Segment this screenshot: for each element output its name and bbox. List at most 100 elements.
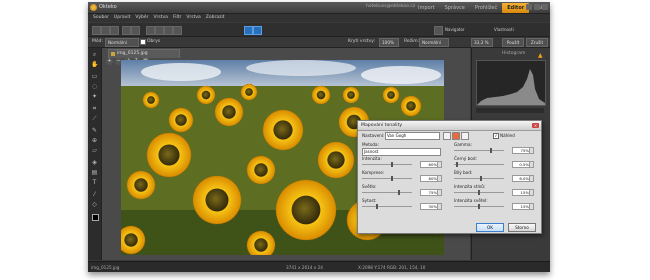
spin-arrows-icon[interactable] xyxy=(529,204,533,209)
layout-single-icon[interactable] xyxy=(244,26,253,35)
reset-preset-icon[interactable] xyxy=(461,132,469,140)
method-select[interactable]: Jasnost xyxy=(362,148,441,156)
spin-arrows-icon[interactable] xyxy=(529,162,533,167)
zoom-tool-icon[interactable]: ⌕ xyxy=(91,51,98,58)
right-param-slider[interactable] xyxy=(454,148,504,153)
zoom-input[interactable]: 33,3 % xyxy=(471,38,493,47)
warning-icon[interactable]: ▲ xyxy=(538,52,543,59)
left-param-slider-thumb[interactable] xyxy=(390,162,393,167)
rotate-left-icon[interactable] xyxy=(146,26,155,35)
selection-tool-icon[interactable]: ▭ xyxy=(91,73,98,80)
eyedropper-tool-icon[interactable]: ⁄ xyxy=(91,191,98,198)
blend-select[interactable]: Normální xyxy=(419,38,449,47)
preset-select[interactable]: Van Gogh xyxy=(385,132,440,140)
straighten-tool-icon[interactable]: ⟋ xyxy=(91,115,98,122)
menu-view[interactable]: Zobrazit xyxy=(206,14,225,22)
opacity-input[interactable]: 100% xyxy=(379,38,399,47)
new-file-icon[interactable] xyxy=(92,26,101,35)
left-param-value-input[interactable]: 75% xyxy=(420,189,442,196)
layers-icon[interactable] xyxy=(434,26,443,35)
right-param-value-input[interactable]: 15% xyxy=(512,203,534,210)
save-preset-icon[interactable] xyxy=(443,132,451,140)
minimize-icon[interactable] xyxy=(526,4,532,10)
left-param-slider[interactable] xyxy=(362,190,412,195)
left-param-value-input[interactable]: 30% xyxy=(420,203,442,210)
left-param-value-input[interactable]: 60% xyxy=(420,175,442,182)
left-param-slider[interactable] xyxy=(362,162,412,167)
right-param-slider[interactable] xyxy=(454,204,504,209)
layout-split-icon[interactable] xyxy=(253,26,262,35)
right-param-slider[interactable] xyxy=(454,176,504,181)
undo-icon[interactable] xyxy=(122,26,131,35)
foreground-color-icon[interactable] xyxy=(91,213,99,221)
cancel-button[interactable]: Zrušit xyxy=(526,38,548,47)
dialog-title-bar[interactable]: Mapování tonality × xyxy=(358,121,541,131)
clone-tool-icon[interactable]: ⊕ xyxy=(91,137,98,144)
account-label[interactable]: hotebuss@oktekoo.cz xyxy=(366,4,415,9)
shape-tool-icon[interactable]: ◇ xyxy=(91,201,98,208)
left-param-value-input[interactable]: 60% xyxy=(420,161,442,168)
spin-arrows-icon[interactable] xyxy=(529,176,533,181)
ok-button[interactable]: OK xyxy=(476,223,504,232)
mode-select[interactable]: Normální xyxy=(105,38,139,47)
preview-checkbox[interactable]: ✓ xyxy=(493,133,499,139)
menu-layer[interactable]: Vrstva xyxy=(153,14,167,22)
crop-icon[interactable] xyxy=(164,26,173,35)
menu-file[interactable]: Soubor xyxy=(93,14,109,22)
spin-arrows-icon[interactable] xyxy=(529,190,533,195)
menu-edit[interactable]: Upravit xyxy=(114,14,130,22)
brush-tool-icon[interactable]: ✎ xyxy=(91,127,98,134)
right-param-value-input[interactable]: 15% xyxy=(512,189,534,196)
rotate-right-icon[interactable] xyxy=(155,26,164,35)
left-param-slider-thumb[interactable] xyxy=(376,204,379,209)
menu-layer-2[interactable]: Vrstva xyxy=(186,14,200,22)
right-param-value-input[interactable]: 0.5% xyxy=(512,161,534,168)
spin-arrows-icon[interactable] xyxy=(529,148,533,153)
open-folder-icon[interactable] xyxy=(101,26,110,35)
spin-arrows-icon[interactable] xyxy=(437,204,441,209)
menu-select[interactable]: Výběr xyxy=(135,14,148,22)
redo-icon[interactable] xyxy=(131,26,140,35)
left-param-slider[interactable] xyxy=(362,204,412,209)
text-tool-icon[interactable]: T xyxy=(91,179,98,186)
right-param-slider-thumb[interactable] xyxy=(478,204,480,209)
magic-wand-icon[interactable]: ✦ xyxy=(91,93,98,100)
tab-viewer[interactable]: Prohlížeč xyxy=(470,3,502,13)
maximize-icon[interactable] xyxy=(534,4,540,10)
delete-preset-icon[interactable] xyxy=(452,132,460,140)
cover-checkbox[interactable] xyxy=(140,39,146,45)
cancel-dialog-button[interactable]: Storno xyxy=(508,223,536,232)
save-icon[interactable] xyxy=(110,26,119,35)
apply-button[interactable]: Použít xyxy=(502,38,524,47)
right-param-slider[interactable] xyxy=(454,162,504,167)
dialog-close-icon[interactable]: × xyxy=(532,123,539,128)
eraser-tool-icon[interactable]: ▱ xyxy=(91,147,98,154)
right-param-value-input[interactable]: 75% xyxy=(512,147,534,154)
right-param-slider-thumb[interactable] xyxy=(480,176,483,181)
right-param-value-input[interactable]: 6.0% xyxy=(512,175,534,182)
left-param-slider-thumb[interactable] xyxy=(390,176,393,181)
document-tab[interactable]: img_0125.jpg xyxy=(108,49,180,58)
right-param-slider-thumb[interactable] xyxy=(478,190,480,195)
lasso-tool-icon[interactable]: ◌ xyxy=(91,83,98,90)
left-param-slider[interactable] xyxy=(362,176,412,181)
fill-tool-icon[interactable]: ◈ xyxy=(91,159,98,166)
spin-arrows-icon[interactable] xyxy=(437,176,441,181)
resize-icon[interactable] xyxy=(173,26,182,35)
spin-arrows-icon[interactable] xyxy=(437,190,441,195)
right-param-slider[interactable] xyxy=(454,190,504,195)
right-param-slider-thumb[interactable] xyxy=(490,148,492,153)
close-icon[interactable] xyxy=(542,4,548,10)
left-param-slider-thumb[interactable] xyxy=(398,190,400,195)
tab-import[interactable]: Import xyxy=(413,3,440,13)
properties-toggle[interactable]: Vlastnosti xyxy=(494,26,514,33)
hand-tool-icon[interactable]: ✋ xyxy=(91,61,98,68)
gradient-tool-icon[interactable]: ▤ xyxy=(91,169,98,176)
menu-filter[interactable]: Filtr xyxy=(173,14,181,22)
navigator-toggle[interactable]: Navigator xyxy=(445,26,465,33)
right-param-slider-thumb[interactable] xyxy=(456,162,459,167)
crop-tool-icon[interactable]: ⌗ xyxy=(91,105,98,112)
tab-manager[interactable]: Správce xyxy=(440,3,470,13)
zoom-in-icon[interactable]: + xyxy=(106,58,113,65)
spin-arrows-icon[interactable] xyxy=(437,162,441,167)
